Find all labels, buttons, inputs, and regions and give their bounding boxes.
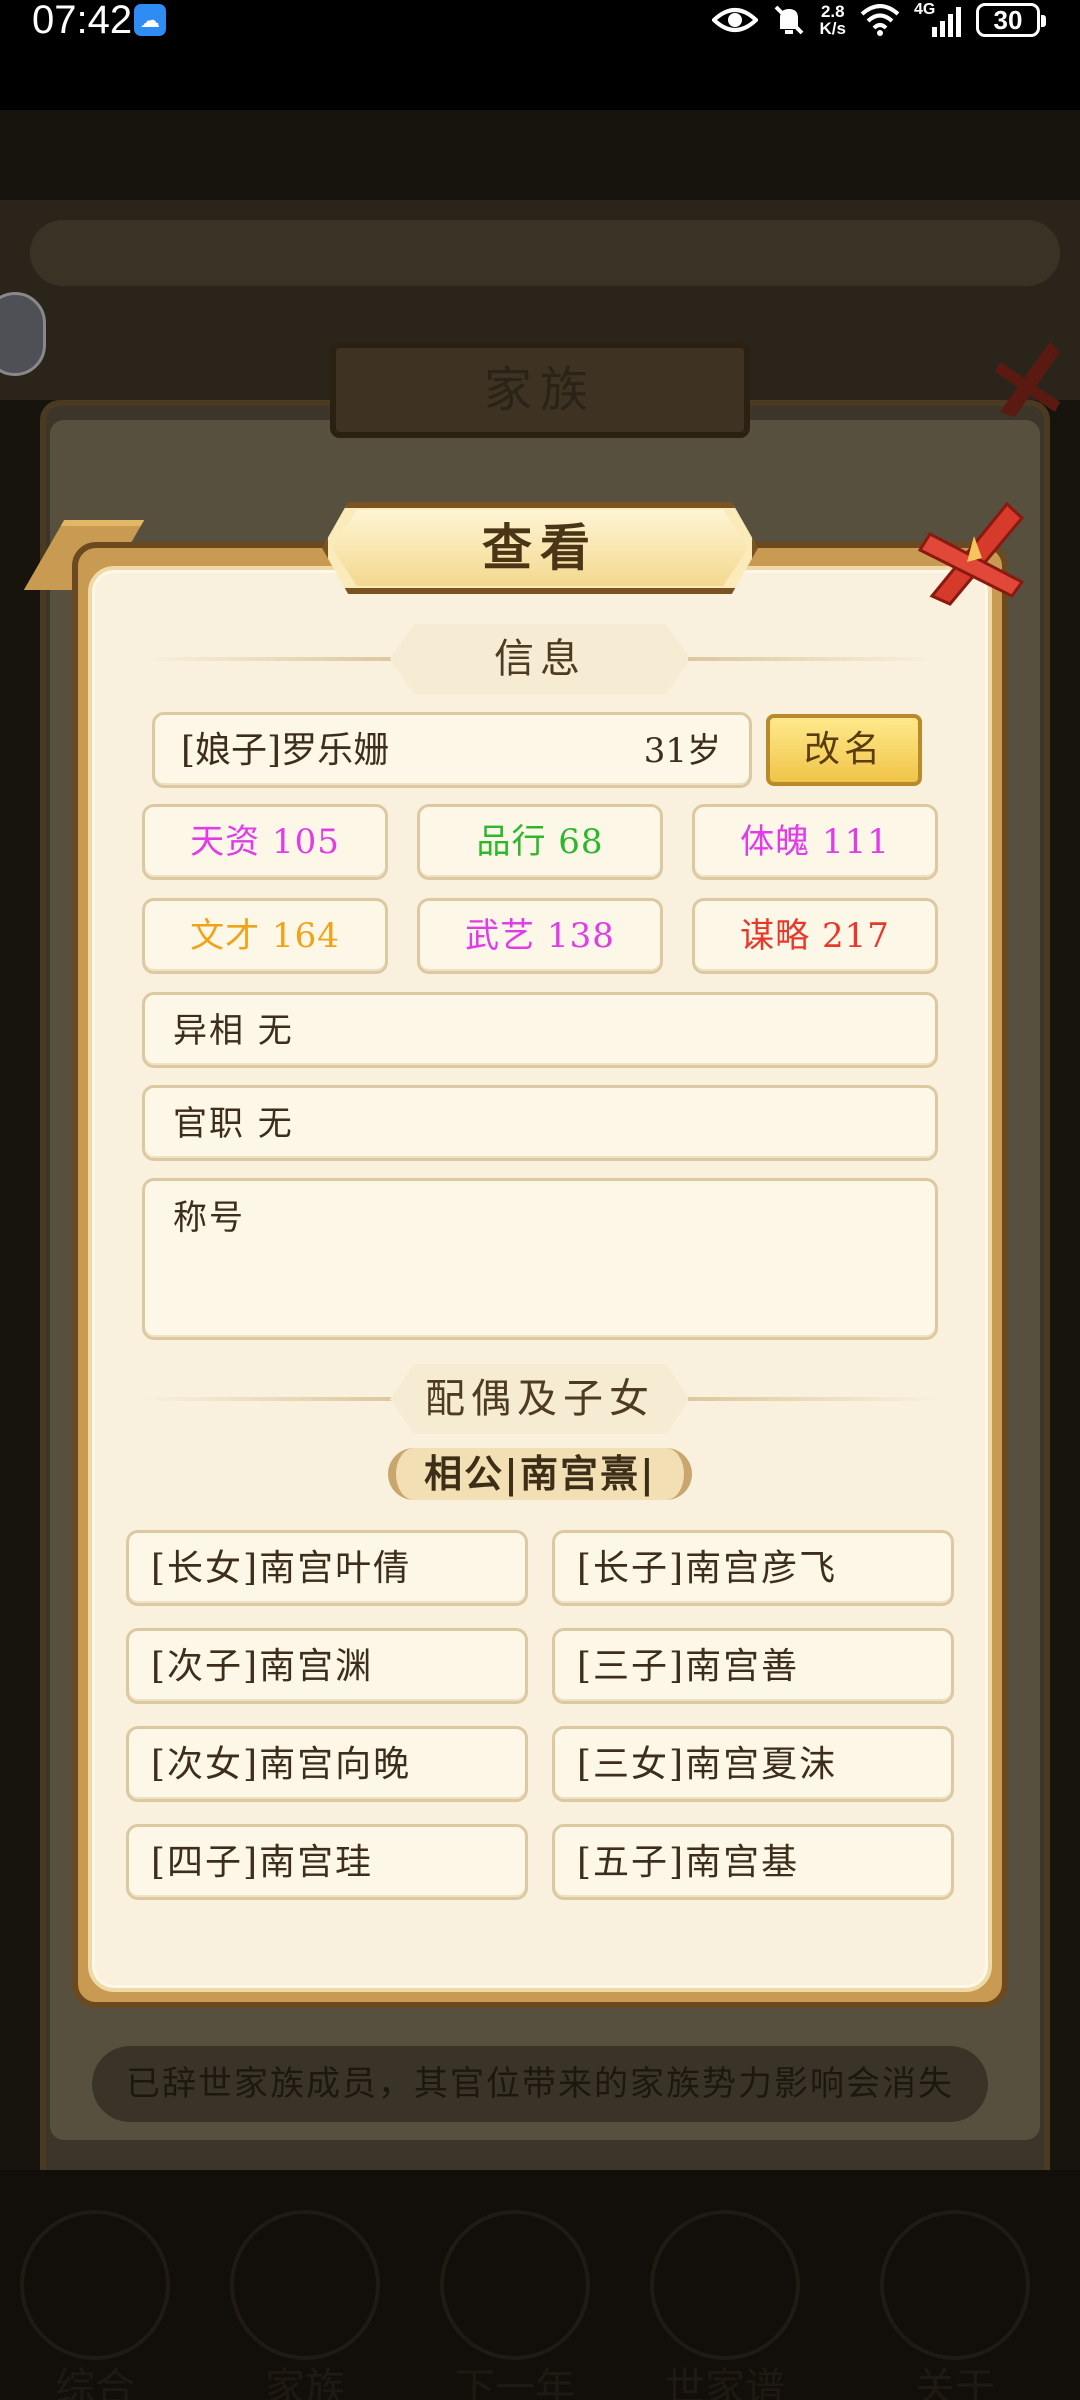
child-name: [次子]南宫渊	[151, 1646, 374, 1687]
close-icon[interactable]	[912, 496, 1032, 606]
dialog-title: 查看	[482, 518, 598, 577]
bg-close-icon	[995, 342, 1060, 417]
stat-conduct: 品行 68	[417, 804, 663, 880]
family-section-title: 配偶及子女	[425, 1376, 655, 1422]
family-section-header: 配偶及子女	[142, 1364, 938, 1434]
nav-circle	[20, 2210, 170, 2360]
info-section-title: 信息	[494, 636, 586, 682]
appearance-field: 异相 无	[142, 992, 938, 1068]
child-entry[interactable]: [四子]南宫珪	[126, 1824, 528, 1900]
nav-circle	[440, 2210, 590, 2360]
signal-indicator: 4G	[914, 1, 962, 37]
member-name-field: [娘子]罗乐姗 31岁	[152, 712, 752, 788]
nav-tab-label: 关于	[915, 2365, 995, 2400]
child-name: [长子]南宫彦飞	[577, 1548, 838, 1589]
status-bar: 07:42 ☁ 2.8 K/s 4G 30	[0, 0, 1080, 110]
mute-bell-icon	[774, 5, 803, 35]
stat-physique: 体魄 111	[692, 804, 938, 880]
official-post-text: 官职 无	[173, 1104, 294, 1144]
child-entry[interactable]: [三子]南宫善	[552, 1628, 954, 1704]
titles-field: 称号	[142, 1178, 938, 1340]
net-speed: 2.8 K/s	[819, 2, 846, 38]
member-name: [娘子]罗乐姗	[181, 730, 390, 771]
nav-tab-label: 家族	[265, 2365, 345, 2400]
child-entry[interactable]: [次女]南宫向晚	[126, 1726, 528, 1802]
member-age: 31岁	[643, 731, 721, 771]
nav-tab-label: 综合	[55, 2365, 135, 2400]
bg-resource-bar	[30, 220, 1060, 286]
info-section-header: 信息	[142, 624, 938, 694]
status-time: 07:42	[32, 0, 133, 42]
child-name: [次女]南宫向晚	[151, 1744, 412, 1785]
wifi-icon	[860, 4, 900, 36]
nav-circle	[230, 2210, 380, 2360]
child-entry[interactable]: [长女]南宫叶倩	[126, 1530, 528, 1606]
official-post-field: 官职 无	[142, 1085, 938, 1161]
stat-literary: 文才 164	[142, 898, 388, 974]
nav-tab-label: 下一年	[455, 2365, 575, 2400]
stat-martial: 武艺 138	[417, 898, 663, 974]
bg-bottom-nav: 综合 家族 下一年 世家谱 关于	[0, 2170, 1080, 2400]
rename-button[interactable]: 改名	[766, 714, 922, 786]
bg-footer-note: 已辞世家族成员，其官位带来的家族势力影响会消失	[92, 2046, 988, 2122]
nav-circle	[880, 2210, 1030, 2360]
appearance-text: 异相 无	[173, 1011, 294, 1051]
bg-panel-title: 家族	[483, 362, 596, 418]
child-name: [四子]南宫珪	[151, 1842, 374, 1883]
chat-bubble-icon[interactable]	[0, 292, 46, 376]
nav-tab-label: 世家谱	[665, 2365, 785, 2400]
child-entry[interactable]: [五子]南宫基	[552, 1824, 954, 1900]
battery-indicator: 30	[976, 3, 1046, 37]
child-entry[interactable]: [长子]南宫彦飞	[552, 1530, 954, 1606]
stat-strategy: 谋略 217	[692, 898, 938, 974]
signal-icon	[932, 7, 961, 37]
spouse-tag[interactable]: 相公|南宫熹|	[388, 1448, 692, 1500]
stat-aptitude: 天资 105	[142, 804, 388, 880]
titles-label: 称号	[173, 1198, 245, 1238]
eye-icon	[711, 8, 758, 32]
child-name: [五子]南宫基	[577, 1842, 800, 1883]
app-notification-icon: ☁	[134, 4, 166, 36]
status-icons: 2.8 K/s 4G 30	[711, 0, 1046, 40]
child-name: [三子]南宫善	[577, 1646, 800, 1687]
nav-circle	[650, 2210, 800, 2360]
child-entry[interactable]: [三女]南宫夏沫	[552, 1726, 954, 1802]
child-entry[interactable]: [次子]南宫渊	[126, 1628, 528, 1704]
child-name: [三女]南宫夏沫	[577, 1744, 838, 1785]
child-name: [长女]南宫叶倩	[151, 1548, 412, 1589]
